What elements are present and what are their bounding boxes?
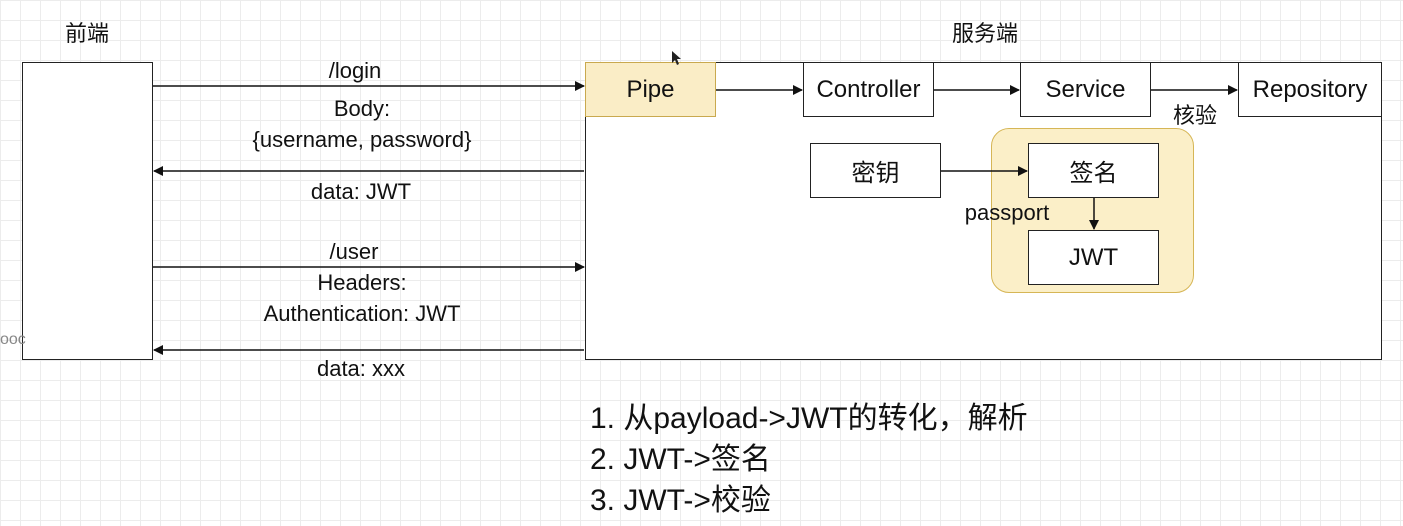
verify-label: 核验 bbox=[1172, 103, 1218, 128]
note-item: 3. JWT->校验 bbox=[590, 484, 771, 517]
login-body-title: Body: bbox=[333, 96, 391, 121]
note-item: 1. 从payload->JWT的转化，解析 bbox=[590, 402, 1028, 435]
login-body-value: {username, password} bbox=[252, 127, 472, 152]
user-headers-value: Authentication: JWT bbox=[263, 301, 461, 326]
cursor-icon bbox=[672, 51, 681, 65]
login-response-label: data: JWT bbox=[310, 179, 412, 204]
passport-label: passport bbox=[964, 200, 1050, 225]
user-response-label: data: xxx bbox=[316, 356, 406, 381]
user-path-label: /user bbox=[329, 239, 379, 264]
note-item: 2. JWT->签名 bbox=[590, 443, 771, 476]
login-path-label: /login bbox=[328, 58, 382, 83]
user-headers-title: Headers: bbox=[317, 270, 407, 295]
notes-list: 1. 从payload->JWT的转化，解析 2. JWT->签名 3. JWT… bbox=[590, 398, 1028, 521]
edge-text: ooc bbox=[0, 331, 26, 348]
